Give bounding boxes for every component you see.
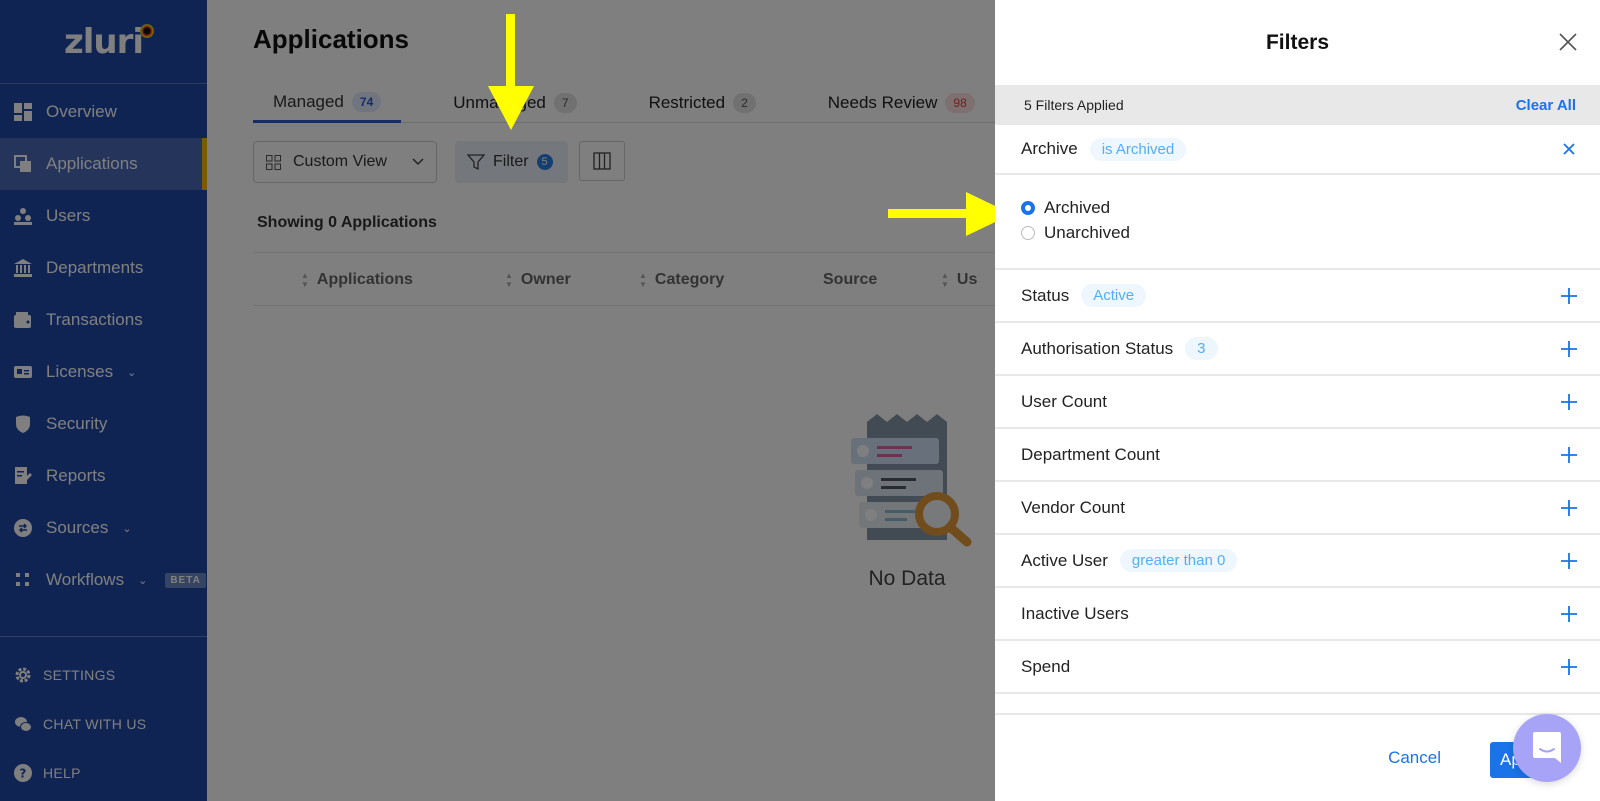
close-icon[interactable] [1558,32,1578,52]
filter-label: Department Count [1021,444,1160,464]
plus-icon[interactable] [1560,605,1578,623]
filter-row-status[interactable]: Status Active [995,270,1600,323]
chat-widget-button[interactable] [1513,714,1581,782]
radio-label: Unarchived [1044,222,1130,242]
filters-panel: Filters 5 Filters Applied Clear All Arch… [995,0,1600,801]
plus-icon[interactable] [1560,393,1578,411]
filter-row-department-count[interactable]: Department Count [995,429,1600,482]
plus-icon[interactable] [1560,287,1578,305]
filter-value-chip: Active [1081,284,1147,307]
cancel-button[interactable]: Cancel [1388,748,1441,768]
filter-value-chip: greater than 0 [1119,549,1238,572]
radio-label: Archived [1044,197,1111,217]
filter-row-vendor-count[interactable]: Vendor Count [995,482,1600,535]
clear-all-button[interactable]: Clear All [1516,97,1576,114]
filter-row-active-user[interactable]: Active User greater than 0 [995,535,1600,588]
radio-unselected-icon[interactable] [1021,225,1035,240]
filter-label: Status [1021,285,1070,305]
filter-row-spend[interactable]: Spend [995,641,1600,694]
remove-filter-icon[interactable] [1560,140,1578,158]
filters-panel-footer: Cancel Apply [995,713,1600,801]
filter-label: User Count [1021,391,1107,411]
chat-bubble-icon [1530,731,1564,765]
archive-options: Archived Unarchived [995,175,1600,270]
filters-panel-header: Filters [995,0,1600,85]
plus-icon[interactable] [1560,499,1578,517]
plus-icon[interactable] [1560,446,1578,464]
filter-label: Authorisation Status [1021,338,1174,358]
filter-value-chip: 3 [1185,337,1218,360]
radio-archived[interactable]: Archived [1021,195,1600,220]
filter-label: Inactive Users [1021,603,1129,623]
radio-selected-icon[interactable] [1021,200,1035,215]
filter-row-archive[interactable]: Archive is Archived [995,125,1600,175]
filters-applied-bar: 5 Filters Applied Clear All [995,85,1600,125]
plus-icon[interactable] [1560,552,1578,570]
plus-icon[interactable] [1560,658,1578,676]
filters-panel-title: Filters [1265,30,1330,54]
filter-label: Active User [1021,550,1108,570]
filter-row-authorisation-status[interactable]: Authorisation Status 3 [995,323,1600,376]
annotation-arrow-right-icon [888,192,1012,236]
filter-label: Archive [1021,139,1078,158]
filter-label: Vendor Count [1021,497,1125,517]
radio-unarchived[interactable]: Unarchived [1021,220,1600,245]
annotation-arrow-down-icon [488,14,534,130]
filter-row-inactive-users[interactable]: Inactive Users [995,588,1600,641]
filter-value-chip: is Archived [1089,137,1187,161]
filters-applied-count: 5 Filters Applied [1024,97,1124,113]
plus-icon[interactable] [1560,340,1578,358]
filter-label: Spend [1021,656,1071,676]
filter-row-user-count[interactable]: User Count [995,376,1600,429]
